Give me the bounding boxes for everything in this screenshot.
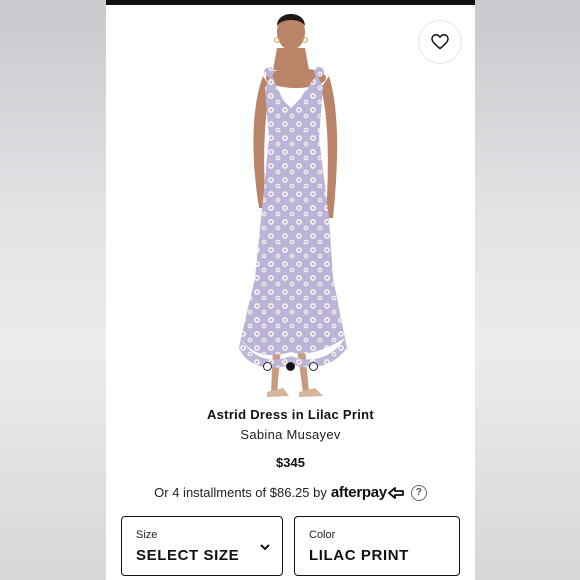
color-label: Color (309, 529, 336, 541)
product-price: $345 (276, 455, 305, 470)
product-image[interactable] (211, 8, 371, 400)
top-bar (106, 0, 475, 5)
product-brand[interactable]: Sabina Musayev (106, 427, 475, 442)
size-select[interactable]: Size SELECT SIZE (121, 516, 283, 576)
color-value: LILAC PRINT (309, 547, 409, 564)
carousel-dot-active[interactable] (286, 362, 295, 371)
background-left (0, 0, 106, 580)
chevron-down-icon (260, 544, 270, 551)
carousel-dot[interactable] (309, 362, 318, 371)
heart-icon (431, 34, 449, 50)
carousel-dot[interactable] (263, 362, 272, 371)
size-value: SELECT SIZE (136, 547, 240, 564)
afterpay-wordmark: afterpay (330, 484, 387, 501)
color-select[interactable]: Color LILAC PRINT (294, 516, 460, 576)
installments-text: Or 4 installments of $86.25 by (154, 485, 327, 500)
carousel-dots (106, 362, 475, 371)
product-panel: Astrid Dress in Lilac Print Sabina Musay… (106, 0, 475, 580)
help-icon[interactable]: ? (410, 484, 427, 501)
product-title: Astrid Dress in Lilac Print (206, 407, 375, 422)
size-label: Size (136, 529, 158, 541)
favorite-button[interactable] (418, 20, 462, 64)
afterpay-logo[interactable]: afterpay (331, 484, 405, 501)
background-right (474, 0, 580, 580)
afterpay-arrows-icon (387, 486, 404, 499)
afterpay-installments: Or 4 installments of $86.25 by afterpay … (106, 484, 475, 501)
